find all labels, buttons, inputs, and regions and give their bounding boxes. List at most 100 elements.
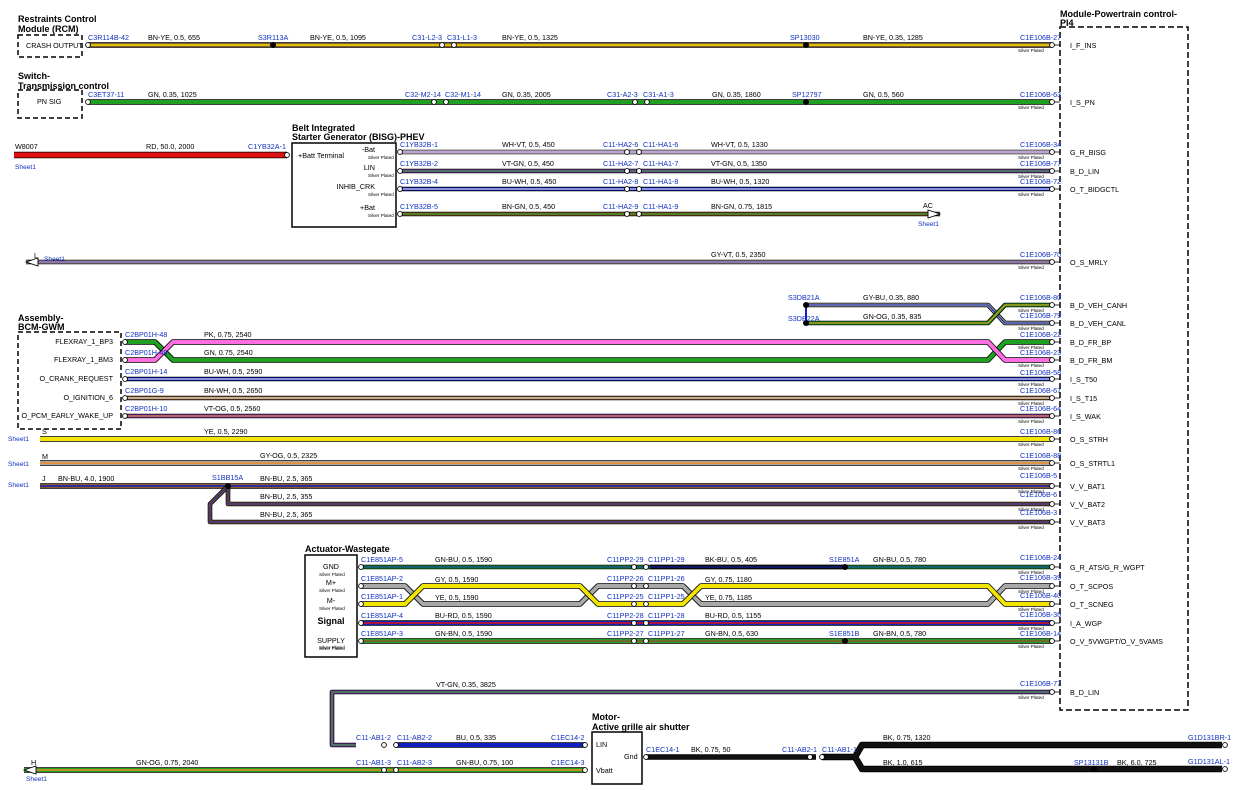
bcm-connector-label: C2BP01H-14 xyxy=(125,367,167,376)
splice-s3db21a xyxy=(803,302,809,308)
silver-plated-label: Silver Plated xyxy=(368,155,394,160)
pcm-pin xyxy=(1049,339,1055,345)
ground-label: G1D131AL-1 xyxy=(1188,757,1230,766)
inline-label: C11PP1-26 xyxy=(648,574,685,583)
pcm-pin xyxy=(1049,583,1055,589)
pcm-connector-label: C1E106B-22 xyxy=(1020,330,1061,339)
pcm-signal-label: I_S_PN xyxy=(1070,98,1095,107)
pcm-connector-label: C1E106B-24 xyxy=(1020,553,1061,562)
pcm-signal-label: I_S_T15 xyxy=(1070,394,1097,403)
wg-pin xyxy=(358,638,364,644)
wire-mrly-spec: GY-VT, 0.5, 2350 xyxy=(711,250,765,259)
pcm-signal-label: B_D_VEH_CANH xyxy=(1070,301,1127,310)
offpage-m: M xyxy=(42,452,48,461)
tcm-pin-label: PN SIG xyxy=(37,97,62,106)
pcm-title-1: Module-Powertrain control- xyxy=(1060,9,1177,19)
wg-pin-label: Signal xyxy=(317,616,344,626)
splice-sp12797 xyxy=(803,99,809,105)
sheet-link: Sheet1 xyxy=(8,436,29,443)
wire-lin-spec: VT-GN, 0.35, 3825 xyxy=(436,680,496,689)
wire-wg-spec: BK-BU, 0.5, 405 xyxy=(705,555,757,564)
bcm-pin xyxy=(122,357,128,363)
bcm-pin-label: FLEXRAY_1_BM3 xyxy=(54,355,113,364)
sh-connector-label: C1EC14-3 xyxy=(551,758,585,767)
bisg-pin xyxy=(397,168,403,174)
wastegate-title: Actuator-Wastegate xyxy=(305,544,390,554)
inline-c11ab-2-a xyxy=(381,767,387,773)
splice-label: SP13131B xyxy=(1074,758,1109,767)
pcm-signal-label: O_S_STRH xyxy=(1070,435,1108,444)
wire-wg-spec: GN-BN, 0.5, 630 xyxy=(705,629,758,638)
wire-sh-gnd-1 xyxy=(822,741,1222,761)
sheet-link: Sheet1 xyxy=(26,776,47,783)
inline-c11ha-a xyxy=(624,149,630,155)
inline-label: C11-HA2-7 xyxy=(603,159,638,168)
wire-sh-spec: BU, 0.5, 335 xyxy=(456,733,496,742)
inline-label: C11PP2-29 xyxy=(607,555,644,564)
inline-label: C11-AB1-2 xyxy=(356,733,391,742)
silver-plated-label: Silver Plated xyxy=(1018,265,1044,270)
inline-label: C11PP1-27 xyxy=(648,629,685,638)
wire-can-l xyxy=(806,302,1052,326)
wire-lin xyxy=(329,689,1052,748)
bisg-connector-label: C1YB32B-1 xyxy=(400,140,438,149)
pcm-connector-label: C1E106B-80 xyxy=(1020,293,1061,302)
wire-bcm-spec: BU-WH, 0.5, 2590 xyxy=(204,367,262,376)
inline-c31-b xyxy=(451,42,457,48)
inline-c31a-a xyxy=(632,99,638,105)
inline-label: C11PP1-28 xyxy=(648,611,685,620)
inline-c11pp-a xyxy=(631,638,637,644)
wire-can-h xyxy=(806,302,1052,326)
pcm-connector-label: C1E106B-70 xyxy=(1020,250,1061,259)
wg-connector-label: C1E851AP-5 xyxy=(361,555,403,564)
sh-pin xyxy=(582,742,588,748)
wire-wg-spec: GN-BN, 0.5, 1590 xyxy=(435,629,492,638)
wg-connector-label: C1E851AP-3 xyxy=(361,629,403,638)
wiring-diagram: Restraints Control Module (RCM) CRASH OU… xyxy=(8,9,1231,785)
pcm-signal-label: O_S_MRLY xyxy=(1070,258,1108,267)
silver-plated-label: Silver Plated xyxy=(1018,442,1044,447)
wire-tcm-spec-3: GN, 0.35, 1860 xyxy=(712,90,761,99)
pcm-signal-label: G_R_ATS/G_R_WGPT xyxy=(1070,563,1145,572)
inline-label: C11-HA2-9 xyxy=(603,202,638,211)
inline-c11ha-a xyxy=(624,168,630,174)
silver-plated-label: Silver Plated xyxy=(1018,419,1044,424)
pcm-signal-label: O_S_STRTL1 xyxy=(1070,459,1115,468)
pcm-connector-label: C1E106B-23 xyxy=(1020,348,1061,357)
tcm-title-1: Switch- xyxy=(18,71,50,81)
inline-c11pp-a xyxy=(631,583,637,589)
pcm-connector-label: C1E106B-88 xyxy=(1020,451,1061,460)
inline-label: C31-A1-3 xyxy=(643,90,674,99)
sh-gnd-pin xyxy=(643,754,649,760)
offpage-l: L xyxy=(34,251,38,260)
silver-plated-label: Silver Plated xyxy=(319,572,345,577)
rcm-pin xyxy=(85,42,91,48)
inline-label: C31-A2-3 xyxy=(607,90,638,99)
shutter-title-1: Motor- xyxy=(592,712,620,722)
pcm-pin xyxy=(1049,413,1055,419)
rcm-pin-label: CRASH OUTPUT xyxy=(26,41,83,50)
inline-c11ab-b xyxy=(393,742,399,748)
pcm-pin xyxy=(1049,460,1055,466)
wg-connector-label: C1E851AP-4 xyxy=(361,611,403,620)
bcm-pin-label: O_CRANK_REQUEST xyxy=(40,374,114,383)
inline-label: C11-AB2-1 xyxy=(782,745,817,754)
pcm-connector-label: C1E106B-64 xyxy=(1020,404,1061,413)
pcm-pin xyxy=(1049,357,1055,363)
ground-pin xyxy=(1222,766,1228,772)
pcm-pin xyxy=(1049,259,1055,265)
wire-bcm-spec: BN-WH, 0.5, 2650 xyxy=(204,386,262,395)
shutter-title-2: Active grille air shutter xyxy=(592,722,690,732)
splice-label: S3DB22A xyxy=(788,314,820,323)
splice-sp13030 xyxy=(803,42,809,48)
bcm-pin-label: FLEXRAY_1_BP3 xyxy=(55,337,113,346)
pcm-pin xyxy=(1049,149,1055,155)
bcm-pin-label: O_IGNITION_6 xyxy=(63,393,113,402)
offpage-s: S xyxy=(42,427,47,436)
inline-label: C11-AB2-3 xyxy=(397,758,432,767)
wire-wg-spec: YE, 0.5, 1590 xyxy=(435,593,479,602)
sh-pin-label: Gnd xyxy=(624,752,638,761)
inline-c11pp-b xyxy=(643,564,649,570)
silver-plated-label: Silver Plated xyxy=(319,645,345,650)
inline-c11ha-b xyxy=(636,149,642,155)
